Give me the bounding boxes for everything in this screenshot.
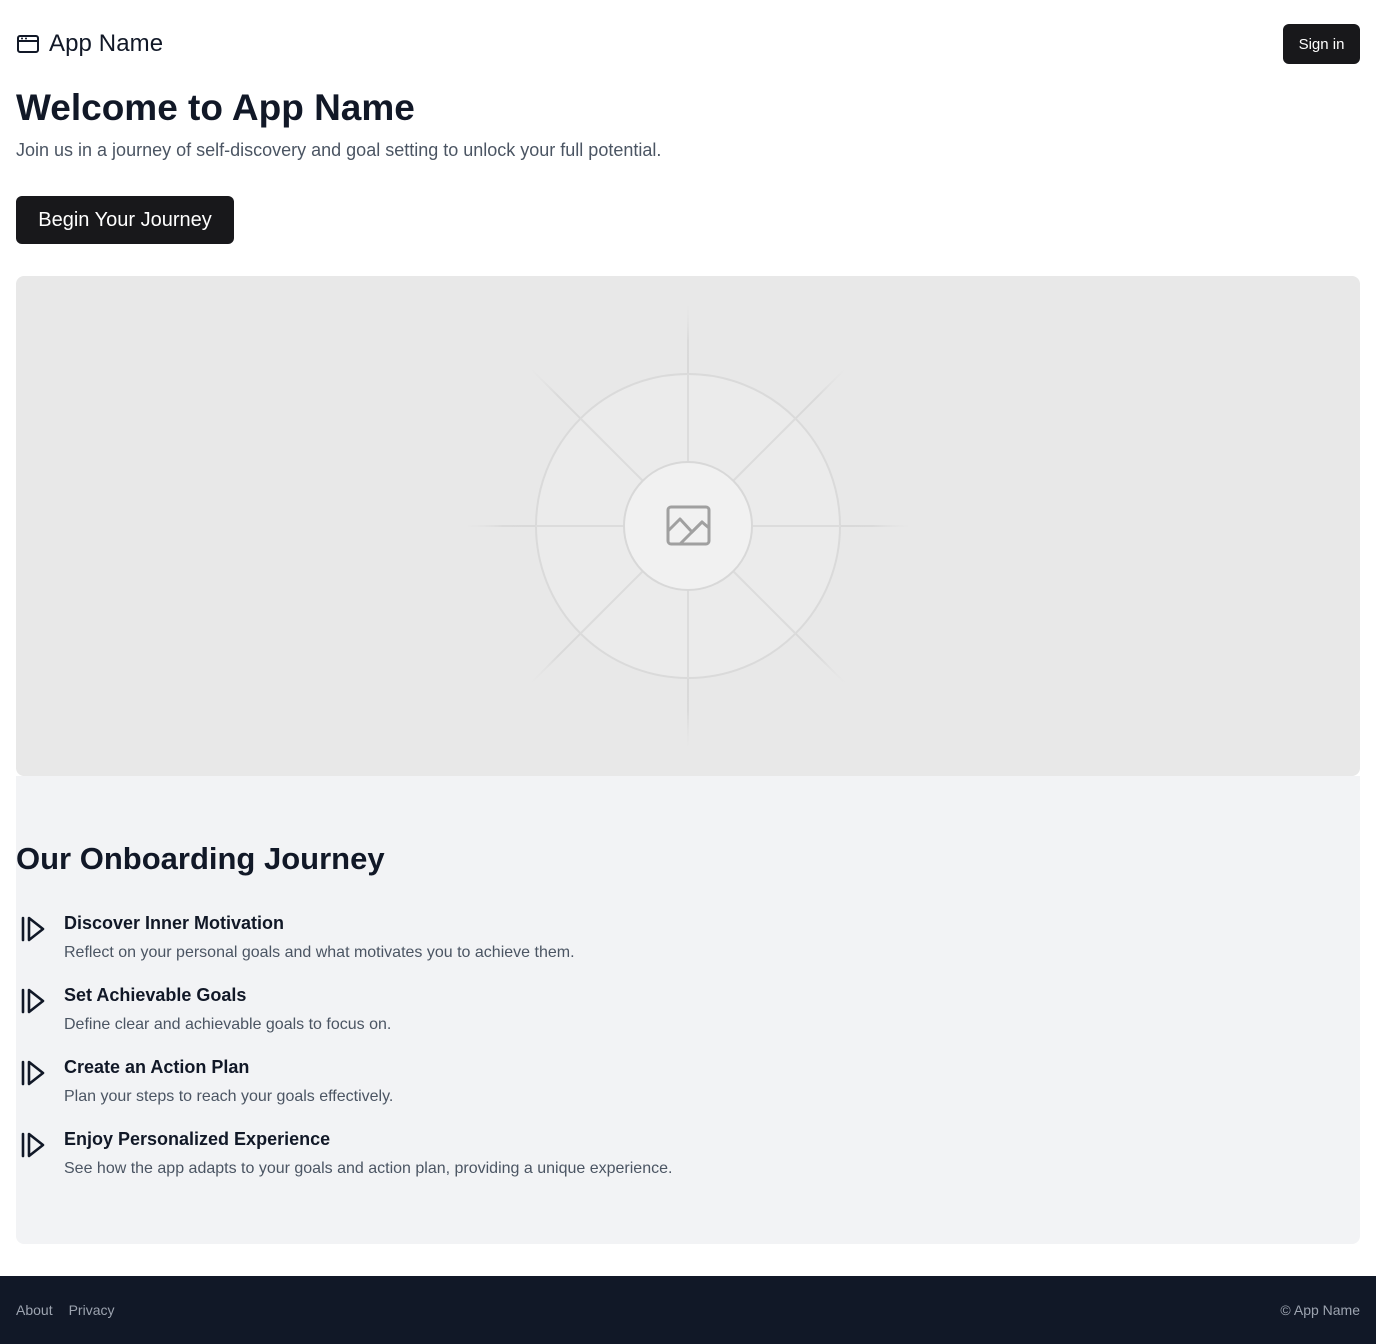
step-forward-icon — [21, 1060, 45, 1086]
step-forward-icon — [21, 988, 45, 1014]
step-description: Define clear and achievable goals to foc… — [64, 1016, 392, 1033]
footer-link-about[interactable]: About — [16, 1300, 53, 1320]
onboarding-journey-section: Our Onboarding Journey Discover Inner Mo… — [16, 776, 1360, 1244]
hero-subtitle: Join us in a journey of self-discovery a… — [16, 140, 662, 160]
brand[interactable]: App Name — [16, 30, 163, 58]
top-header: App Name Sign in — [16, 24, 1360, 64]
footer-link-privacy[interactable]: Privacy — [69, 1300, 115, 1320]
journey-step: Enjoy Personalized Experience See how th… — [16, 1127, 1316, 1187]
step-description: See how the app adapts to your goals and… — [64, 1160, 673, 1177]
section-title: Our Onboarding Journey — [16, 841, 385, 876]
sign-in-button[interactable]: Sign in — [1283, 24, 1360, 64]
step-title: Discover Inner Motivation — [64, 913, 285, 933]
step-forward-icon — [21, 1132, 45, 1158]
app-name: App Name — [49, 30, 164, 57]
step-description: Reflect on your personal goals and what … — [64, 944, 575, 961]
journey-step: Set Achievable Goals Define clear and ac… — [16, 983, 1316, 1043]
step-description: Plan your steps to reach your goals effe… — [64, 1088, 394, 1105]
placeholder-graphic — [468, 306, 908, 746]
step-forward-icon — [21, 916, 45, 942]
copyright-text: © App Name — [1280, 1302, 1360, 1318]
step-title: Enjoy Personalized Experience — [64, 1129, 331, 1149]
begin-journey-button[interactable]: Begin Your Journey — [16, 196, 234, 244]
step-title: Set Achievable Goals — [64, 985, 247, 1005]
browser-window-icon — [17, 35, 39, 53]
journey-step: Create an Action Plan Plan your steps to… — [16, 1055, 1316, 1115]
hero-image-placeholder — [16, 276, 1360, 776]
footer-nav: About Privacy — [16, 1300, 115, 1320]
journey-step: Discover Inner Motivation Reflect on you… — [16, 911, 1316, 971]
landing-page: App Name Sign in Welcome to App Name Joi… — [0, 0, 1376, 1344]
page-title: Welcome to App Name — [16, 87, 415, 128]
site-footer: About Privacy © App Name — [0, 1276, 1376, 1344]
step-title: Create an Action Plan — [64, 1057, 250, 1077]
